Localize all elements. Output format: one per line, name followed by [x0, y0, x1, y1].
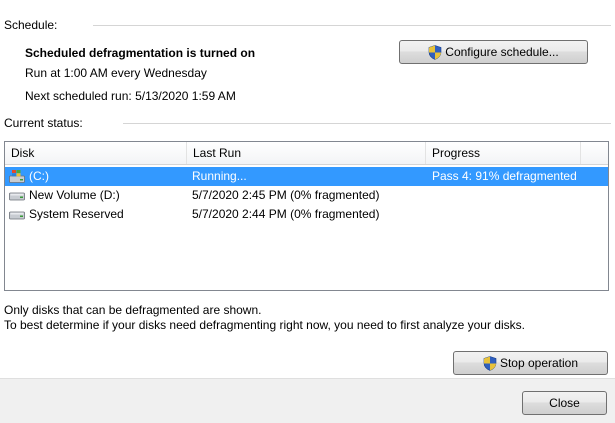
current-status-separator: [123, 123, 611, 124]
configure-schedule-label: Configure schedule...: [445, 45, 559, 59]
disk-last-run: 5/7/2020 2:45 PM (0% fragmented): [192, 188, 380, 202]
disk-name: (C:): [29, 169, 49, 183]
disk-row-system-reserved[interactable]: System Reserved 5/7/2020 2:44 PM (0% fra…: [5, 205, 608, 224]
hard-drive-icon: [9, 192, 25, 201]
schedule-status-title: Scheduled defragmentation is turned on: [25, 46, 256, 60]
disk-list-header: Disk Last Run Progress: [5, 142, 608, 165]
uac-shield-icon: [428, 44, 442, 60]
dialog-footer: Close: [0, 378, 615, 423]
uac-shield-icon: [483, 355, 497, 371]
close-button[interactable]: Close: [522, 391, 607, 415]
schedule-frequency: Run at 1:00 AM every Wednesday: [25, 66, 207, 80]
schedule-next-run: Next scheduled run: 5/13/2020 1:59 AM: [25, 89, 236, 103]
stop-operation-label: Stop operation: [499, 356, 579, 370]
disk-list[interactable]: Disk Last Run Progress (C:) Running... P…: [4, 141, 609, 291]
disk-last-run: 5/7/2020 2:44 PM (0% fragmented): [192, 207, 380, 221]
disk-progress: Pass 4: 91% defragmented: [432, 169, 577, 183]
info-line-2: To best determine if your disks need def…: [4, 318, 525, 332]
hard-drive-icon: [9, 211, 25, 220]
column-header-last-run[interactable]: Last Run: [187, 142, 426, 164]
column-header-progress[interactable]: Progress: [426, 142, 581, 164]
column-header-disk[interactable]: Disk: [5, 142, 187, 164]
close-button-label: Close: [549, 396, 580, 410]
info-line-1: Only disks that can be defragmented are …: [4, 303, 262, 317]
schedule-section-label: Schedule:: [4, 18, 58, 32]
disk-name: New Volume (D:): [29, 188, 120, 202]
current-status-section-label: Current status:: [4, 116, 83, 130]
windows-drive-icon: [9, 170, 25, 183]
disk-last-run: Running...: [192, 169, 247, 183]
stop-operation-button[interactable]: Stop operation: [453, 351, 608, 375]
disk-row-d[interactable]: New Volume (D:) 5/7/2020 2:45 PM (0% fra…: [5, 186, 608, 205]
disk-row-c[interactable]: (C:) Running... Pass 4: 91% defragmented: [5, 167, 608, 186]
schedule-separator: [93, 25, 611, 26]
configure-schedule-button[interactable]: Configure schedule...: [399, 40, 588, 64]
disk-name: System Reserved: [29, 207, 124, 221]
